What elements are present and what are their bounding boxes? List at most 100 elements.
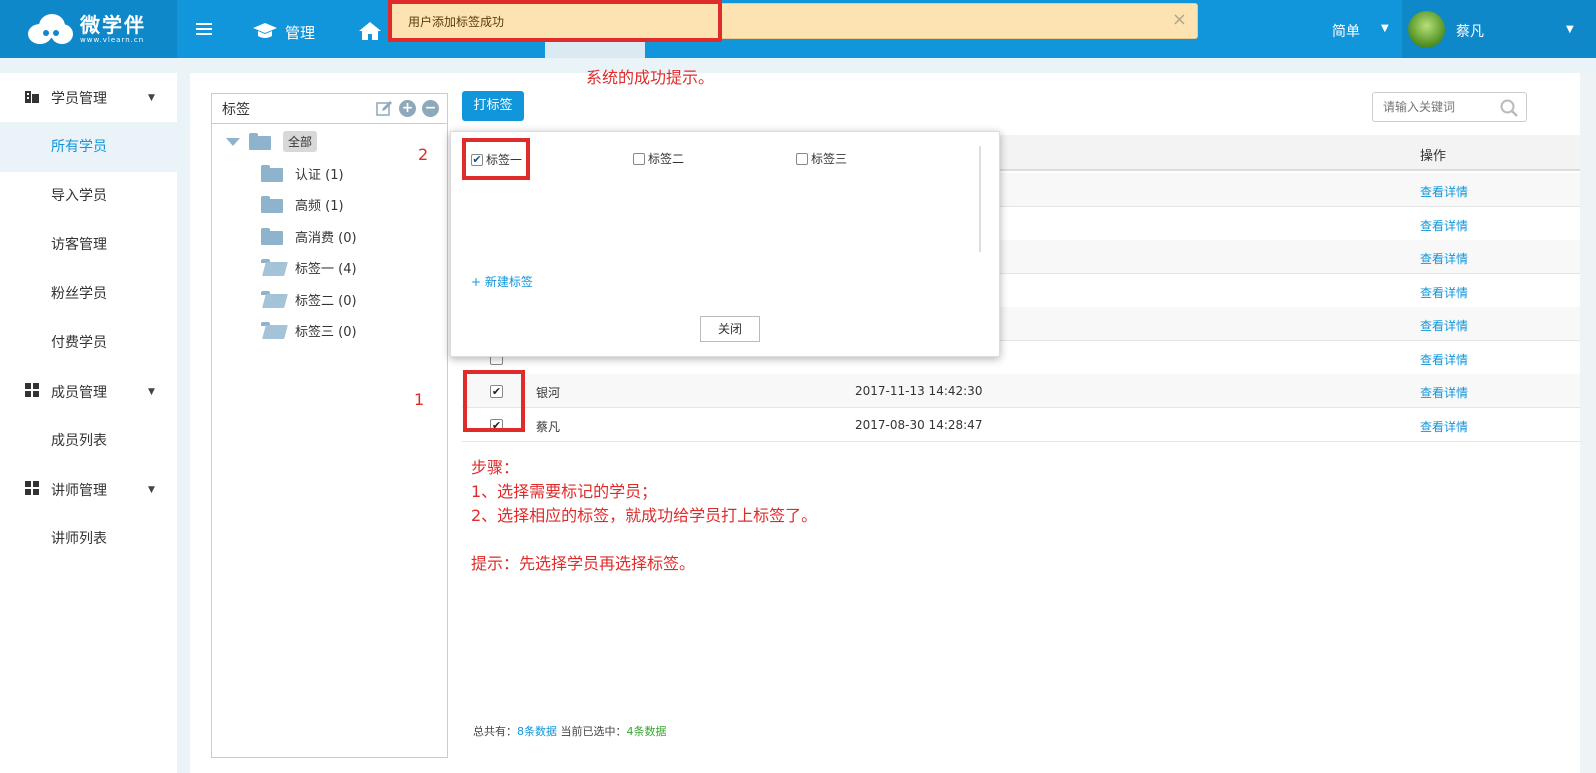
steps-title: 步骤： [471, 458, 520, 477]
caret-down-icon[interactable] [226, 137, 240, 146]
sidebar-item-fans[interactable]: 粉丝学员 [0, 269, 177, 319]
folder-icon [261, 165, 283, 182]
new-tag-link[interactable]: + 新建标签 [471, 273, 533, 290]
folder-icon [261, 228, 283, 245]
sidebar-item-visitors[interactable]: 访客管理 [0, 220, 177, 270]
mode-selector[interactable]: 简单 [1332, 21, 1360, 41]
folder-icon [261, 196, 283, 213]
cloud-logo-icon [26, 12, 74, 46]
total-value: 8条数据 [517, 725, 557, 738]
popup-scrollbar[interactable] [979, 146, 981, 252]
logo[interactable]: 微学伴 www.vlearn.cn [0, 0, 177, 58]
user-menu[interactable]: 蔡凡 ▼ [1402, 0, 1596, 58]
search-box [1372, 92, 1527, 122]
sidebar-item-import-students[interactable]: 导入学员 [0, 171, 177, 221]
cell-name: 银河 [536, 386, 561, 400]
tag-option[interactable]: 标签二 [633, 150, 684, 167]
open-folder-icon [261, 259, 283, 276]
open-folder-icon [261, 322, 283, 339]
home-icon[interactable] [359, 22, 381, 44]
tree-node[interactable]: 高频 (1) [261, 195, 344, 214]
tree-node[interactable]: 标签三 (0) [261, 321, 357, 340]
view-details-link[interactable]: 查看详情 [1420, 384, 1468, 401]
chevron-down-icon[interactable]: ▼ [1381, 23, 1389, 34]
tree-node-all[interactable]: 全部 [226, 131, 318, 152]
user-name: 蔡凡 [1456, 24, 1484, 40]
total-label: 总共有： [473, 725, 517, 738]
tree-node-label: 标签三 (0) [295, 325, 357, 340]
checkbox-highlight-box [463, 370, 525, 432]
edit-icon[interactable] [376, 100, 393, 117]
tip: 提示：先选择学员再选择标签。 [471, 554, 696, 573]
annotation-steps: 步骤： 1、选择需要标记的学员； 2、选择相应的标签，就成功给学员打上标签了。 … [471, 456, 817, 576]
menu-toggle-icon[interactable] [196, 22, 212, 40]
nav-active-tab[interactable] [545, 40, 645, 58]
graduation-cap-icon [253, 22, 277, 43]
sidebar-item-all-students[interactable]: 所有学员 [0, 122, 177, 172]
tree-node[interactable]: 标签一 (4) [261, 258, 357, 277]
tree-node-label: 标签一 (4) [295, 262, 357, 277]
tag-button[interactable]: 打标签 [462, 91, 524, 121]
sidebar: 学员管理 ▼ 所有学员 导入学员 访客管理 粉丝学员 付费学员 成员管理 ▼ 成… [0, 73, 177, 773]
tree-node[interactable]: 标签二 (0) [261, 290, 357, 309]
tree-node[interactable]: 认证 (1) [261, 164, 344, 183]
nav-manage-label: 管理 [285, 24, 316, 42]
tag-panel: 标签 + − 全部 认证 (1) 高频 (1) 高消费 (0) 标签一 (4) … [211, 93, 448, 758]
tag-option-checkbox[interactable] [633, 152, 645, 165]
view-details-link[interactable]: 查看详情 [1420, 183, 1468, 200]
sidebar-group-label: 讲师管理 [51, 483, 107, 499]
view-details-link[interactable]: 查看详情 [1420, 317, 1468, 334]
folder-icon [249, 133, 271, 150]
chevron-down-icon: ▼ [148, 387, 155, 397]
search-input[interactable] [1373, 93, 1493, 121]
chevron-down-icon: ▼ [1566, 24, 1574, 35]
logo-subtitle: www.vlearn.cn [80, 36, 145, 44]
sidebar-item-lecturer-list[interactable]: 讲师列表 [0, 514, 177, 564]
toast-highlight-box [388, 0, 722, 42]
selected-label: 当前已选中： [557, 725, 627, 738]
sidebar-group-students[interactable]: 学员管理 ▼ [0, 73, 177, 123]
chevron-down-icon: ▼ [148, 93, 155, 103]
remove-circle-icon[interactable]: − [422, 100, 439, 117]
close-button[interactable]: 关闭 [700, 316, 760, 342]
sidebar-item-paid[interactable]: 付费学员 [0, 318, 177, 368]
grid-icon [25, 481, 41, 499]
open-folder-icon [261, 291, 283, 308]
sidebar-item-member-list[interactable]: 成员列表 [0, 416, 177, 466]
logo-title: 微学伴 [80, 13, 146, 37]
option-highlight-box [462, 138, 530, 180]
add-circle-icon[interactable]: + [399, 100, 416, 117]
page-scrollbar[interactable] [1580, 73, 1596, 773]
table-row[interactable]: ✔ 银河 2017-11-13 14:42:30 查看详情 [462, 374, 1596, 408]
view-details-link[interactable]: 查看详情 [1420, 250, 1468, 267]
view-details-link[interactable]: 查看详情 [1420, 217, 1468, 234]
search-icon[interactable] [1500, 99, 1518, 121]
sidebar-group-members[interactable]: 成员管理 ▼ [0, 367, 177, 417]
selection-summary: 总共有：8条数据 当前已选中：4条数据 [473, 723, 667, 739]
avatar [1408, 11, 1445, 48]
tag-select-popup: ✔ 标签一 标签二 标签三 + 新建标签 关闭 [450, 131, 1000, 357]
table-row[interactable]: ✔ 蔡凡 2017-08-30 14:28:47 查看详情 [462, 408, 1596, 442]
selected-value: 4条数据 [626, 725, 667, 738]
tag-panel-header: 标签 + − [212, 94, 447, 124]
cell-name: 蔡凡 [536, 419, 561, 434]
tag-option-checkbox[interactable] [796, 152, 808, 165]
tree-node-label: 高消费 (0) [295, 231, 357, 246]
tag-option[interactable]: 标签三 [796, 150, 847, 167]
column-header-operation: 操作 [1420, 149, 1447, 164]
step-2: 2、选择相应的标签，就成功给学员打上标签了。 [471, 506, 818, 525]
tag-option-label: 标签二 [648, 152, 685, 166]
view-details-link[interactable]: 查看详情 [1420, 418, 1468, 435]
tag-panel-title: 标签 [222, 101, 250, 118]
view-details-link[interactable]: 查看详情 [1420, 284, 1468, 301]
tree-node-label: 认证 (1) [295, 168, 344, 183]
step-1: 1、选择需要标记的学员； [471, 482, 658, 501]
chevron-down-icon: ▼ [148, 485, 155, 495]
tree-node[interactable]: 高消费 (0) [261, 227, 357, 246]
toast-close-button[interactable]: × [1172, 9, 1187, 30]
nav-manage[interactable]: 管理 [253, 22, 315, 43]
sidebar-group-label: 学员管理 [51, 91, 107, 107]
view-details-link[interactable]: 查看详情 [1420, 351, 1468, 368]
tree-node-label: 标签二 (0) [295, 294, 357, 309]
sidebar-group-lecturers[interactable]: 讲师管理 ▼ [0, 465, 177, 515]
